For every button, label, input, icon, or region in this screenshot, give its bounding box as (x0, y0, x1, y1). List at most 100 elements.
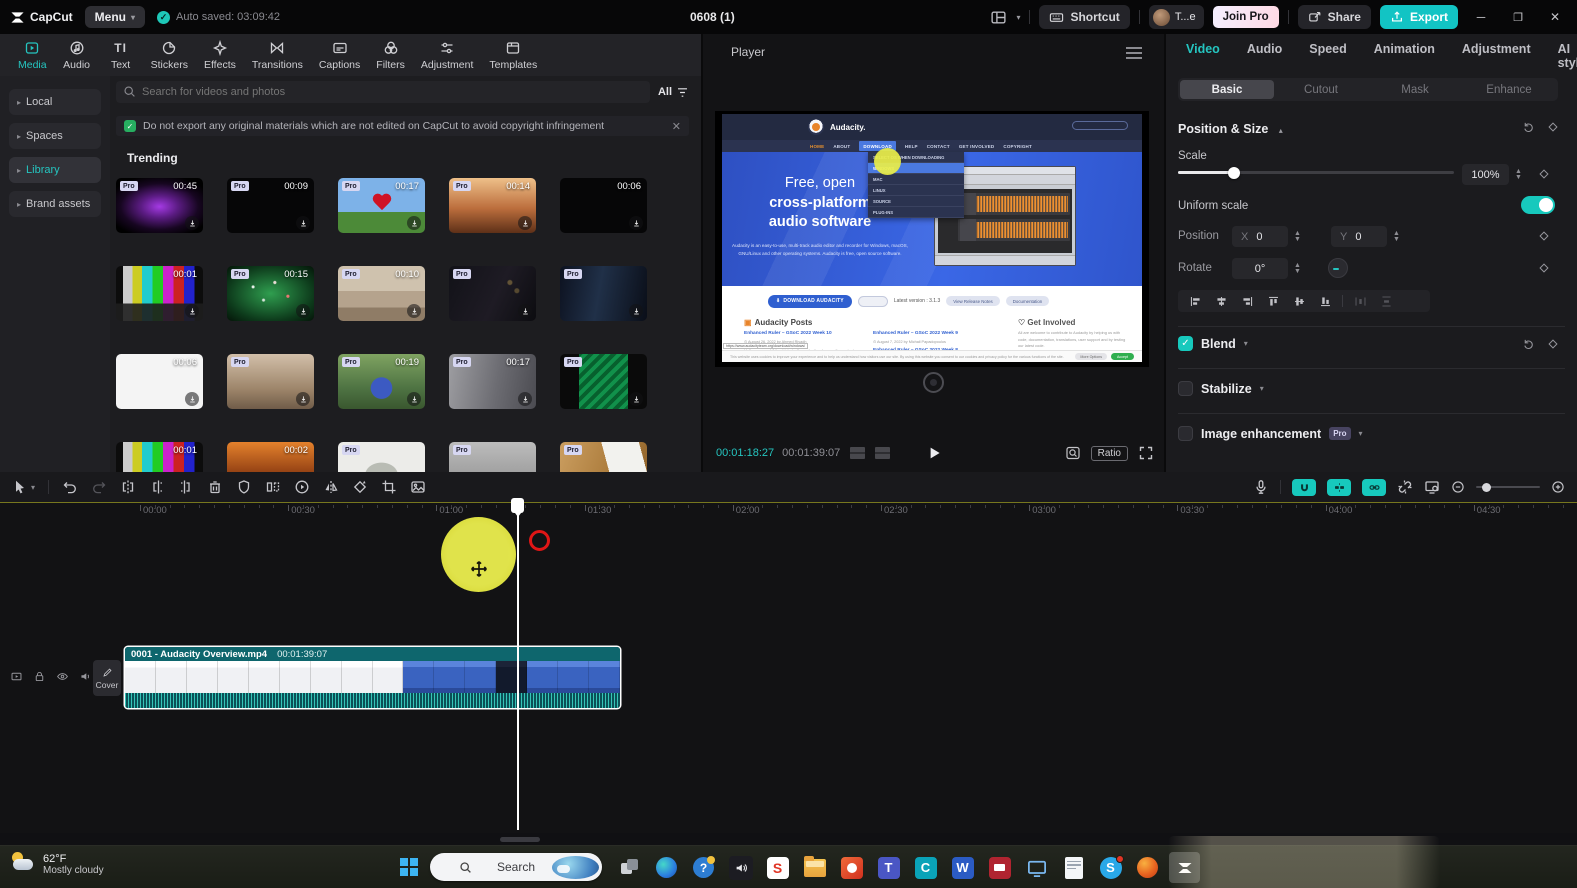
media-thumbnail[interactable]: 00:06 (116, 354, 203, 409)
scale-stepper[interactable]: ▲▼ (1512, 164, 1525, 185)
stabilize-checkbox[interactable] (1178, 381, 1193, 396)
rotate-keyframe-icon[interactable] (1538, 262, 1550, 274)
scale-keyframe-icon[interactable] (1538, 168, 1550, 180)
props-subtab-mask[interactable]: Mask (1368, 80, 1462, 99)
props-tab-ai-stylize[interactable]: AI stylize (1558, 42, 1577, 70)
hide-track-icon[interactable] (56, 670, 69, 683)
mask-icon[interactable] (236, 479, 252, 495)
media-tab-captions[interactable]: Captions (313, 40, 366, 71)
download-icon[interactable] (407, 216, 421, 230)
position-keyframe-icon[interactable] (1538, 230, 1550, 242)
media-thumbnail[interactable]: Pro (338, 442, 425, 472)
rotate-icon[interactable] (352, 479, 368, 495)
unlink-icon[interactable] (1397, 479, 1413, 495)
flip-icon[interactable] (323, 479, 339, 495)
play-button[interactable] (925, 444, 943, 462)
enhance-caret-icon[interactable]: ▾ (1359, 429, 1363, 438)
track-type-icon[interactable] (10, 670, 23, 683)
align-left-icon[interactable] (1184, 293, 1206, 309)
position-x-field[interactable]: X0 (1232, 226, 1288, 247)
media-thumbnail[interactable]: Pro00:17 (449, 354, 536, 409)
ratio-button[interactable]: Ratio (1091, 446, 1128, 461)
download-icon[interactable] (407, 392, 421, 406)
download-icon[interactable] (518, 216, 532, 230)
media-tab-adjustment[interactable]: Adjustment (415, 40, 480, 71)
taskbar-app-capcut[interactable] (1169, 852, 1200, 883)
align-ch-icon[interactable] (1210, 293, 1232, 309)
download-icon[interactable] (296, 392, 310, 406)
enhance-checkbox[interactable] (1178, 426, 1193, 441)
rotate-knob[interactable] (1328, 258, 1348, 278)
user-account[interactable]: T...e (1149, 5, 1204, 29)
collapse-caret-icon[interactable]: ▴ (1279, 126, 1283, 135)
taskbar-app-edge[interactable] (651, 852, 682, 883)
scale-slider-knob[interactable] (1228, 167, 1240, 179)
media-thumbnail[interactable]: Pro (449, 442, 536, 472)
taskbar-app-word[interactable]: W (947, 852, 978, 883)
taskbar-search[interactable]: Search (430, 853, 602, 881)
taskbar-app-notepad[interactable] (1058, 852, 1089, 883)
align-top-icon[interactable] (1262, 293, 1284, 309)
media-tab-filters[interactable]: Filters (370, 40, 411, 71)
taskbar-app-volume[interactable] (725, 852, 756, 883)
download-icon[interactable] (518, 392, 532, 406)
menu-button[interactable]: Menu▾ (85, 6, 145, 28)
layout-caret-icon[interactable]: ▾ (1016, 13, 1020, 22)
props-tab-video[interactable]: Video (1186, 42, 1220, 70)
player-menu-icon[interactable] (1126, 47, 1142, 59)
playhead-handle[interactable] (511, 498, 524, 513)
share-button[interactable]: Share (1298, 5, 1371, 29)
track-preview-icon[interactable] (1424, 479, 1440, 495)
sidebar-item-brand-assets[interactable]: ▸Brand assets (9, 191, 101, 217)
position-x-stepper[interactable]: ▲▼ (1291, 226, 1304, 247)
blend-keyframe-icon[interactable] (1547, 338, 1559, 350)
media-thumbnail[interactable]: 00:02 (227, 442, 314, 472)
frame-step-icon[interactable] (850, 447, 865, 459)
align-bottom-icon[interactable] (1314, 293, 1336, 309)
download-icon[interactable] (296, 304, 310, 318)
video-preview[interactable]: Audacity. HOMEABOUTDOWNLOADHELPCONTACTGE… (715, 111, 1149, 367)
download-icon[interactable] (629, 304, 643, 318)
zoom-in-icon[interactable] (1551, 480, 1565, 494)
download-icon[interactable] (185, 216, 199, 230)
reset-icon[interactable] (1523, 121, 1535, 133)
extract-frame-icon[interactable] (410, 479, 426, 495)
taskbar-app-task-view[interactable] (614, 852, 645, 883)
blend-reset-icon[interactable] (1523, 338, 1535, 350)
scale-value[interactable]: 100% (1462, 164, 1509, 185)
crop-icon[interactable] (381, 479, 397, 495)
blend-checkbox[interactable]: ✓ (1178, 336, 1193, 351)
mute-track-icon[interactable] (79, 670, 92, 683)
media-thumbnail[interactable]: Pro (560, 354, 647, 409)
close-button[interactable]: ✕ (1541, 0, 1569, 34)
media-thumbnail[interactable]: Pro00:45 (116, 178, 203, 233)
taskbar-app-teams[interactable]: T (873, 852, 904, 883)
select-cursor-icon[interactable] (12, 479, 28, 495)
sidebar-item-spaces[interactable]: ▸Spaces (9, 123, 101, 149)
weather-widget[interactable]: 62°F Mostly cloudy (10, 851, 104, 877)
shortcut-button[interactable]: Shortcut (1039, 5, 1129, 29)
timeline-zoom-slider[interactable] (1476, 486, 1540, 488)
trim-left-icon[interactable] (149, 479, 165, 495)
media-thumbnail[interactable]: Pro00:10 (338, 266, 425, 321)
align-cv-icon[interactable] (1288, 293, 1310, 309)
export-button[interactable]: Export (1380, 5, 1458, 29)
minimize-button[interactable]: ─ (1467, 0, 1495, 34)
undo-icon[interactable] (62, 479, 78, 495)
scale-slider[interactable] (1178, 171, 1454, 174)
cover-button[interactable]: Cover (93, 660, 121, 696)
props-tab-speed[interactable]: Speed (1309, 42, 1347, 70)
taskbar-app-display[interactable] (1021, 852, 1052, 883)
taskbar-app-file-explorer[interactable] (799, 852, 830, 883)
media-thumbnail[interactable]: 00:01 (116, 442, 203, 472)
media-thumbnail[interactable]: Pro00:09 (227, 178, 314, 233)
props-subtab-enhance[interactable]: Enhance (1462, 80, 1556, 99)
taskbar-app-app-s[interactable]: S (762, 852, 793, 883)
uniform-scale-toggle[interactable] (1521, 196, 1555, 214)
notice-close-icon[interactable]: ✕ (672, 120, 681, 133)
mirror-icon[interactable] (265, 479, 281, 495)
download-icon[interactable] (518, 304, 532, 318)
media-thumbnail[interactable]: 00:01 (116, 266, 203, 321)
download-icon[interactable] (629, 392, 643, 406)
media-tab-media[interactable]: Media (12, 40, 53, 71)
